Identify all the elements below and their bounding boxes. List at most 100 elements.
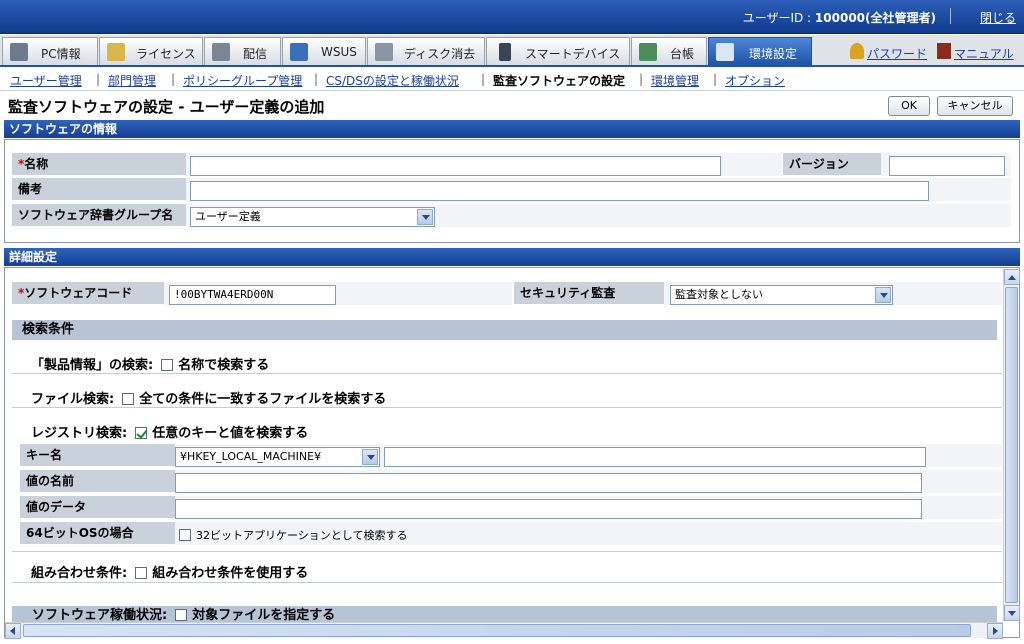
- settings-icon: [716, 43, 734, 61]
- main-tabs: PC情報 ライセンス 配信 WSUS ディスク消去 スマートデバイス 台帳 環境…: [0, 35, 1024, 67]
- registry-search-checkbox[interactable]: [135, 427, 148, 439]
- scroll-right-icon[interactable]: [987, 623, 1003, 639]
- name-input[interactable]: [190, 156, 721, 176]
- page-title: 監査ソフトウェアの設定 - ユーザー定義の追加: [8, 98, 325, 116]
- key-name-input[interactable]: [384, 447, 926, 467]
- vertical-scrollbar[interactable]: [1003, 269, 1020, 621]
- remarks-input[interactable]: [190, 181, 929, 201]
- ledger-icon: [639, 43, 657, 61]
- pc-icon: [10, 43, 28, 61]
- value-data-input[interactable]: [175, 499, 922, 519]
- chevron-down-icon[interactable]: [417, 209, 433, 225]
- subnav-cs-ds-settings[interactable]: CS/DSの設定と稼働状況: [326, 72, 459, 89]
- tab-ledger[interactable]: 台帳: [631, 37, 707, 65]
- topbar-separator: [950, 8, 951, 24]
- software-code-input[interactable]: !00BYTWA4ERD00N: [169, 285, 336, 305]
- sub-navigation: ユーザー管理 | 部門管理 | ポリシーグループ管理 | CS/DSの設定と稼働…: [0, 69, 1024, 91]
- subnav-divider: |: [481, 72, 486, 86]
- subnav-divider: |: [314, 72, 319, 86]
- subnav-audit-software[interactable]: 監査ソフトウェアの設定: [493, 72, 625, 89]
- subnav-user-management[interactable]: ユーザー管理: [10, 72, 82, 89]
- divider: [12, 582, 1002, 583]
- version-label: バージョン: [783, 153, 881, 175]
- divider: [12, 407, 1002, 408]
- registry-search-label: レジストリ検索:: [31, 426, 128, 441]
- divider: [12, 373, 1002, 374]
- tab-settings[interactable]: 環境設定: [708, 37, 812, 65]
- scroll-left-icon[interactable]: [5, 623, 21, 639]
- file-search-label: ファイル検索:: [31, 392, 115, 407]
- dict-group-select[interactable]: ユーザー定義: [190, 207, 435, 227]
- value-name-input[interactable]: [175, 473, 922, 493]
- horizontal-scroll-thumb[interactable]: [23, 624, 971, 637]
- user-info: ユーザーID : 100000(全社管理者): [743, 9, 936, 26]
- subnav-divider: |: [639, 72, 644, 86]
- combo-option: 組み合わせ条件を使用する: [152, 566, 309, 581]
- tab-label: 環境設定: [749, 47, 798, 61]
- vertical-scroll-thumb[interactable]: [1005, 287, 1018, 603]
- subnav-divider: |: [96, 72, 101, 86]
- tab-label: WSUS: [321, 45, 357, 59]
- remarks-label: 備考: [12, 178, 186, 200]
- product-search-row: 「製品情報」の検索: 名称で検索する: [31, 354, 269, 373]
- manual-link[interactable]: マニュアル: [954, 45, 1014, 62]
- name-label: *名称: [12, 153, 186, 175]
- distribution-icon: [212, 43, 230, 61]
- dict-group-label: ソフトウェア辞書グループ名: [12, 204, 186, 226]
- key-icon: [850, 43, 864, 59]
- os64-checkbox[interactable]: [179, 529, 191, 541]
- tab-license[interactable]: ライセンス: [99, 37, 203, 65]
- file-search-row: ファイル検索: 全ての条件に一致するファイルを検索する: [31, 388, 386, 407]
- cancel-button[interactable]: キャンセル: [937, 96, 1013, 116]
- tab-label: スマートデバイス: [525, 47, 621, 61]
- software-info-panel: *名称 バージョン 備考 ソフトウェア辞書グループ名 ユーザー定義: [4, 139, 1020, 243]
- subnav-options[interactable]: オプション: [725, 72, 785, 89]
- details-panel: *ソフトウェアコード !00BYTWA4ERD00N セキュリティ監査 監査対象…: [4, 267, 1020, 638]
- usage-option: 対象ファイルを指定する: [192, 608, 336, 623]
- disk-erase-icon: [375, 43, 393, 61]
- software-code-label: *ソフトウェアコード: [12, 282, 164, 304]
- os64-option: 32ビットアプリケーションとして検索する: [196, 529, 408, 542]
- dict-group-value: ユーザー定義: [195, 210, 261, 223]
- subnav-department-management[interactable]: 部門管理: [108, 72, 156, 89]
- subnav-policy-group[interactable]: ポリシーグループ管理: [183, 72, 302, 89]
- software-code-label-text: ソフトウェアコード: [24, 286, 133, 300]
- subnav-divider: |: [171, 72, 176, 86]
- registry-root-select[interactable]: ¥HKEY_LOCAL_MACHINE¥: [175, 447, 380, 467]
- tab-disk-erase[interactable]: ディスク消去: [367, 37, 485, 65]
- tab-wsus[interactable]: WSUS: [282, 37, 366, 65]
- tab-label: 配信: [243, 47, 268, 61]
- tab-smart-device[interactable]: スマートデバイス: [486, 37, 630, 65]
- file-search-checkbox[interactable]: [122, 393, 135, 405]
- version-input[interactable]: [889, 156, 1005, 176]
- os64-label: 64ビットOSの場合: [20, 522, 175, 544]
- user-id-value: 100000(全社管理者): [814, 11, 936, 25]
- file-search-option: 全ての条件に一致するファイルを検索する: [139, 392, 387, 407]
- divider: [12, 551, 1002, 552]
- software-info-header: ソフトウェアの情報: [4, 120, 1020, 138]
- value-data-label: 値のデータ: [20, 496, 175, 518]
- password-link[interactable]: パスワード: [867, 45, 927, 62]
- product-search-checkbox[interactable]: [161, 359, 174, 371]
- wsus-icon: [290, 43, 308, 61]
- subnav-divider: |: [713, 72, 718, 86]
- security-audit-label: セキュリティ監査: [514, 282, 664, 304]
- search-conditions-header: 検索条件: [12, 320, 997, 340]
- ok-button[interactable]: OK: [888, 96, 930, 116]
- tab-pc-info[interactable]: PC情報: [2, 37, 98, 65]
- close-link[interactable]: 閉じる: [980, 9, 1016, 26]
- chevron-down-icon[interactable]: [362, 449, 378, 465]
- os64-row: 32ビットアプリケーションとして検索する: [171, 527, 407, 543]
- scroll-up-icon[interactable]: [1004, 269, 1020, 285]
- chevron-down-icon[interactable]: [875, 287, 891, 303]
- usage-checkbox[interactable]: [175, 609, 188, 621]
- subnav-environment[interactable]: 環境管理: [651, 72, 699, 89]
- details-header: 詳細設定: [4, 248, 1020, 266]
- combo-checkbox[interactable]: [135, 567, 148, 579]
- horizontal-scrollbar[interactable]: [5, 622, 1003, 639]
- key-name-label: キー名: [20, 444, 175, 466]
- security-audit-select[interactable]: 監査対象としない: [670, 285, 893, 305]
- scroll-down-icon[interactable]: [1004, 605, 1020, 621]
- tab-distribution[interactable]: 配信: [204, 37, 281, 65]
- registry-search-option: 任意のキーと値を検索する: [152, 426, 309, 441]
